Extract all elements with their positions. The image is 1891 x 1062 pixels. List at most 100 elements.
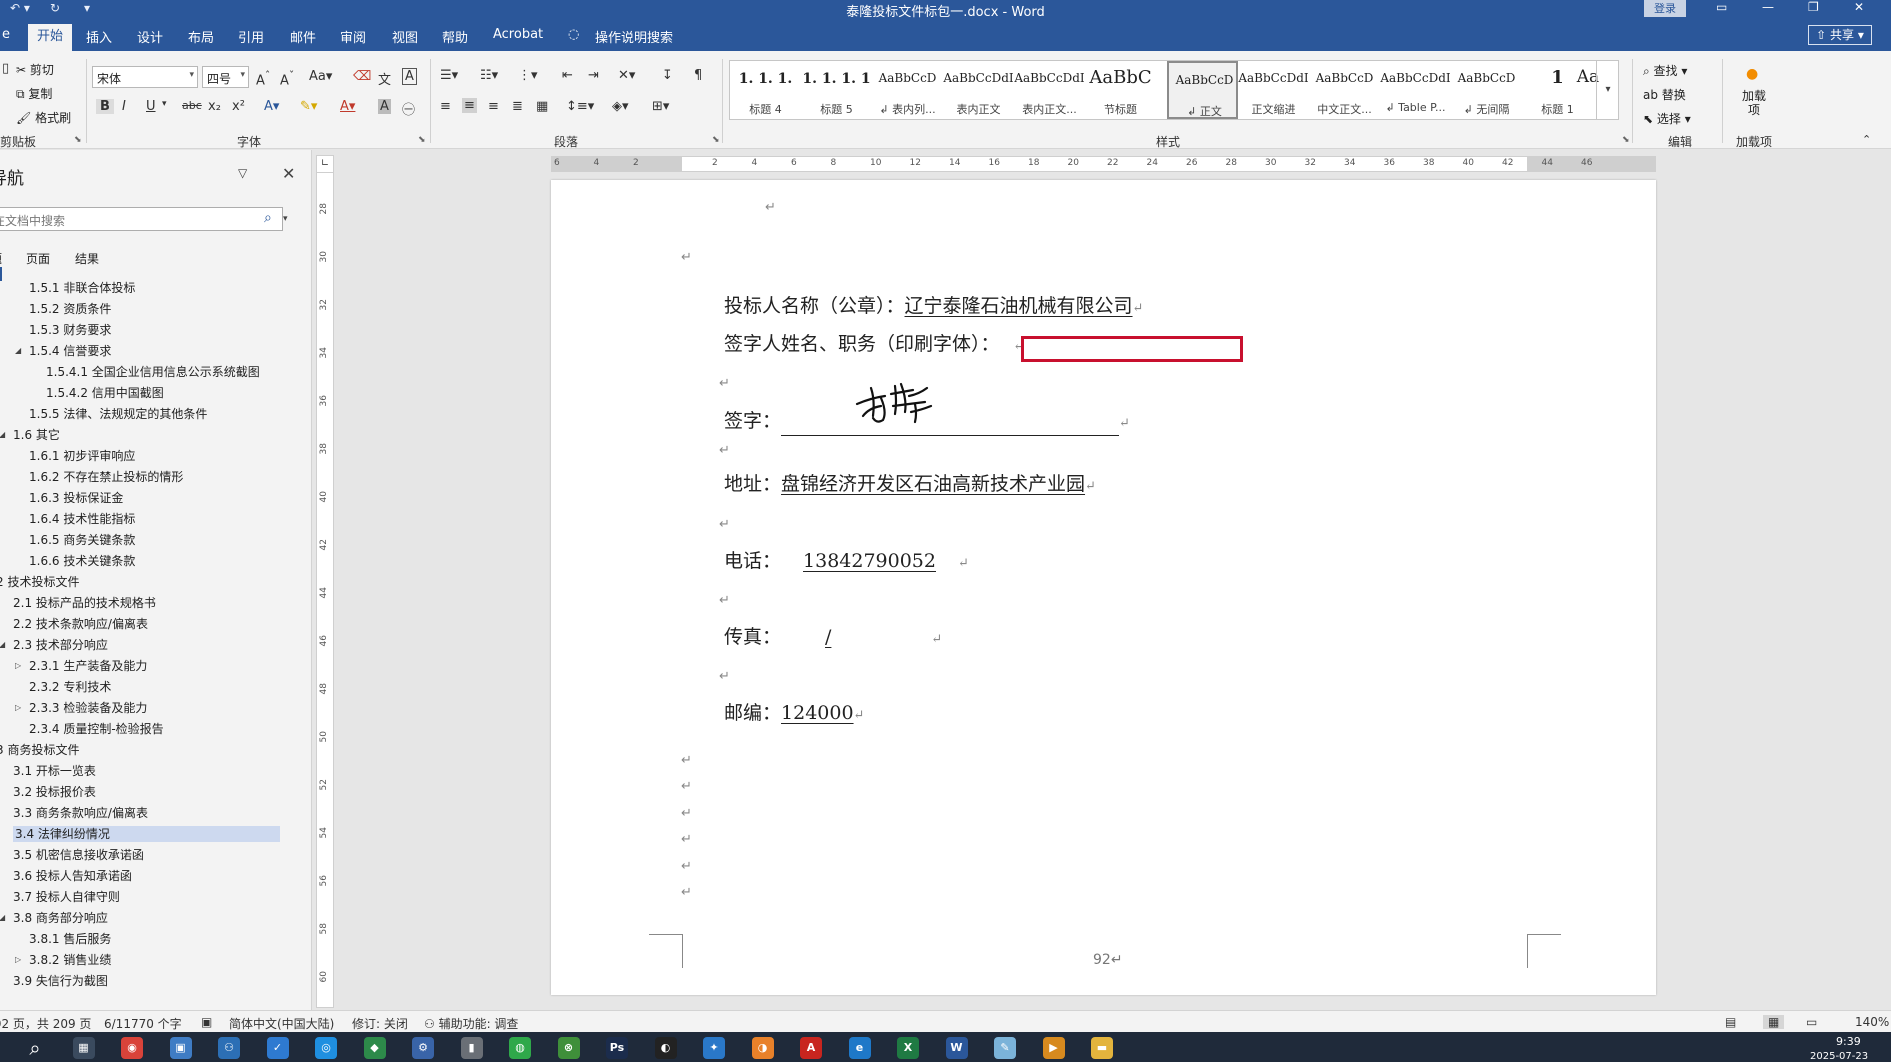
font-size-select[interactable]: 四号 ▾ [202, 66, 249, 88]
taskbar-terminal-icon[interactable]: ▶ [1042, 1037, 1065, 1059]
nav-heading-item[interactable]: 2 技术投标文件 [0, 574, 79, 590]
nav-heading-item[interactable]: 3.8 商务部分响应 [13, 910, 108, 926]
paragraph-launcher-icon[interactable]: ⬊ [712, 135, 720, 145]
format-painter-button[interactable]: 🖌 格式刷 [16, 109, 71, 126]
taskbar-edge-icon[interactable]: e [848, 1037, 871, 1059]
postcode-line[interactable]: 邮编：124000↵ [724, 701, 864, 728]
replace-button[interactable]: ab 替换 [1643, 86, 1686, 103]
bold-icon[interactable]: B [96, 99, 114, 114]
collapse-heading-icon[interactable]: ◢ [0, 637, 5, 653]
bullets-icon[interactable]: ☰▾ [440, 68, 458, 83]
zoom-level[interactable]: 140% [1855, 1015, 1889, 1029]
maximize-icon[interactable]: ❐ [1808, 0, 1819, 14]
document-page[interactable]: ↵ ↵ 投标人名称（公章）：辽宁泰隆石油机械有限公司↵ 签字人姓名、职务（印刷字… [551, 180, 1656, 995]
tab-insert[interactable]: 插入 [86, 27, 112, 46]
fax-line[interactable]: 传真： / ↵ [724, 625, 942, 652]
tab-file[interactable]: e [2, 27, 10, 42]
taskbar-chrome-icon[interactable]: ◉ [121, 1037, 143, 1059]
font-launcher-icon[interactable]: ⬊ [418, 135, 426, 145]
nav-heading-item[interactable]: 1.5.4.2 信用中国截图 [46, 385, 164, 401]
clock-time[interactable]: 9:39 [1836, 1035, 1861, 1048]
language-status[interactable]: 简体中文(中国大陆) [229, 1015, 334, 1032]
tab-references[interactable]: 引用 [238, 27, 264, 46]
collapse-heading-icon[interactable]: ◢ [15, 343, 21, 359]
taskbar-acrobat-icon[interactable]: A [800, 1037, 822, 1059]
tab-design[interactable]: 设计 [137, 27, 163, 46]
nav-heading-item[interactable]: 2.3 技术部分响应 [13, 637, 108, 653]
nav-heading-item[interactable]: 2.3.2 专利技术 [29, 679, 111, 695]
nav-heading-item[interactable]: 1.6.5 商务关键条款 [29, 532, 135, 548]
styles-launcher-icon[interactable]: ⬊ [1622, 135, 1630, 145]
search-options-icon[interactable]: ▾ [283, 214, 288, 224]
vertical-ruler[interactable]: 28 30 32 34 36 38 40 42 44 46 48 50 52 54 56 58 60 [316, 172, 334, 1008]
read-mode-icon[interactable]: ▤ [1725, 1015, 1736, 1029]
nav-heading-item[interactable]: 2.3.1 生产装备及能力 [29, 658, 147, 674]
nav-heading-item[interactable]: 3.3 商务条款响应/偏离表 [13, 805, 148, 821]
styles-more-icon[interactable]: ▾ [1596, 60, 1619, 120]
taskbar-calculator-icon[interactable]: ▦ [72, 1037, 95, 1059]
tab-help[interactable]: 帮助 [442, 27, 468, 46]
minimize-icon[interactable]: — [1762, 0, 1774, 14]
strikethrough-icon[interactable]: abc [182, 99, 202, 112]
justify-icon[interactable]: ≣ [512, 99, 523, 114]
print-layout-icon[interactable]: ▦ [1763, 1015, 1785, 1029]
taskbar-browser-icon[interactable]: ◑ [751, 1037, 774, 1059]
page-count-status[interactable]: 第 92 页，共 209 页 [0, 1015, 91, 1032]
font-color-icon[interactable]: A▾ [340, 99, 355, 114]
nav-heading-item[interactable]: 2.3.3 检验装备及能力 [29, 700, 147, 716]
collapse-heading-icon[interactable]: ◢ [0, 427, 5, 443]
distributed-icon[interactable]: ▦ [536, 99, 548, 114]
nav-heading-item[interactable]: 3.7 投标人自律守则 [13, 889, 120, 905]
nav-heading-item[interactable]: 1.5.1 非联合体投标 [29, 280, 135, 296]
change-case-icon[interactable]: Aa▾ [309, 69, 332, 84]
nav-heading-item[interactable]: 3.8.2 销售业绩 [29, 952, 111, 968]
nav-heading-item[interactable]: 1.6 其它 [13, 427, 60, 443]
cut-button[interactable]: ✂ 剪切 [16, 61, 54, 78]
taskbar-notes-icon[interactable]: ✎ [994, 1037, 1016, 1059]
taskbar-maps-icon[interactable]: ◆ [363, 1037, 386, 1059]
nav-heading-item[interactable]: 3.1 开标一览表 [13, 763, 96, 779]
search-icon[interactable]: ⌕ [264, 210, 272, 226]
char-border-icon[interactable]: A [402, 68, 417, 85]
style-item[interactable]: AaBbCcD 中文正文... [1309, 61, 1380, 119]
nav-heading-item[interactable]: 1.5.3 财务要求 [29, 322, 111, 338]
align-left-icon[interactable]: ≡ [440, 99, 451, 114]
addins-button[interactable]: 加载项 [1740, 89, 1768, 117]
vertical-scrollbar[interactable] [1876, 150, 1891, 1010]
nav-heading-item[interactable]: 1.5.4 信誉要求 [29, 343, 111, 359]
grow-font-icon[interactable]: Aˆ [256, 69, 270, 88]
decrease-indent-icon[interactable]: ⇤ [562, 68, 573, 83]
signer-line[interactable]: 签字人姓名、职务（印刷字体）： ↵ [724, 332, 1024, 359]
chinese-layout-icon[interactable]: ✕▾ [618, 68, 635, 83]
track-changes-status[interactable]: 修订: 关闭 [352, 1015, 408, 1032]
nav-heading-item[interactable]: 1.5.2 资质条件 [29, 301, 111, 317]
font-name-select[interactable]: 宋体 ▾ [92, 66, 198, 88]
borders-icon[interactable]: ⊞▾ [652, 99, 669, 114]
nav-tab-pages[interactable]: 页面 [26, 250, 50, 267]
taskbar-word-icon[interactable]: W [945, 1037, 968, 1059]
highlight-icon[interactable]: ✎▾ [300, 99, 317, 114]
taskbar-photoshop-icon[interactable]: Ps [606, 1037, 628, 1059]
word-count-status[interactable]: 6/11770 个字 [104, 1015, 182, 1032]
copy-button[interactable]: ⧉ 复制 [16, 85, 52, 102]
nav-heading-item[interactable]: 3.2 投标报价表 [13, 784, 96, 800]
nav-heading-item[interactable]: 2.3.4 质量控制-检验报告 [29, 721, 164, 737]
tab-view[interactable]: 视图 [392, 27, 418, 46]
taskbar-photos-icon[interactable]: ▣ [169, 1037, 192, 1059]
shrink-font-icon[interactable]: Aˇ [280, 69, 294, 88]
taskbar-qq-icon[interactable]: ◐ [654, 1037, 677, 1059]
nav-heading-item[interactable]: 3.8.1 售后服务 [29, 931, 111, 947]
nav-tab-results[interactable]: 结果 [75, 250, 99, 267]
taskbar-wechat-icon[interactable]: ◍ [509, 1037, 531, 1059]
text-effects-icon[interactable]: A▾ [264, 99, 279, 114]
align-center-icon[interactable]: ≡ [462, 98, 477, 113]
collapse-heading-icon[interactable]: ◢ [0, 910, 5, 926]
char-shading-icon[interactable]: A [378, 99, 391, 114]
style-item[interactable]: 1. 1. 1. 标题 4 [730, 61, 801, 119]
nav-heading-item[interactable]: 1.6.3 投标保证金 [29, 490, 123, 506]
ribbon-display-icon[interactable]: ▭ [1716, 0, 1727, 14]
style-item[interactable]: AaBbCcDdI 表内正文 [943, 61, 1014, 119]
nav-heading-item[interactable]: 1.6.4 技术性能指标 [29, 511, 135, 527]
taskbar-files-icon[interactable]: ▮ [460, 1037, 483, 1059]
nav-tab-headings[interactable]: 标题 [0, 250, 2, 267]
